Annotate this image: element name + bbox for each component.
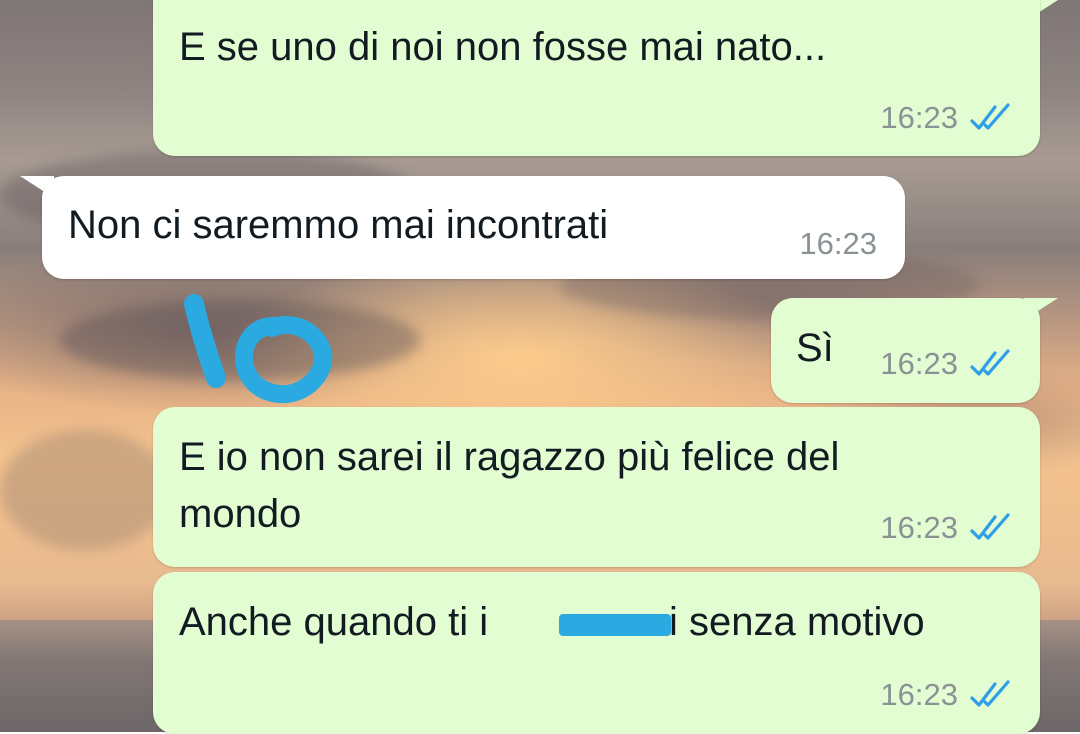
double-check-read-icon bbox=[970, 680, 1010, 707]
wallpaper-cloud bbox=[0, 430, 170, 550]
message-text: Non ci saremmo mai incontrati bbox=[68, 203, 609, 247]
double-check-read-icon bbox=[970, 349, 1010, 376]
message-meta: 16:23 bbox=[799, 226, 877, 262]
message-time: 16:23 bbox=[880, 677, 958, 712]
message-text: Sì bbox=[796, 326, 834, 370]
message-text-line2: mondo bbox=[179, 492, 302, 536]
blue-redaction-mark bbox=[559, 614, 671, 636]
message-time: 16:23 bbox=[799, 226, 877, 261]
message-meta: 16:23 bbox=[880, 677, 1016, 713]
message-meta: 16:23 bbox=[880, 510, 1016, 546]
message-bubble-outgoing[interactable]: Sì 16:23 bbox=[771, 298, 1040, 403]
message-meta: 16:23 bbox=[880, 346, 1016, 382]
double-check-read-icon bbox=[970, 103, 1010, 130]
message-time: 16:23 bbox=[880, 100, 958, 135]
message-meta: 16:23 bbox=[880, 100, 1016, 136]
handwritten-io-scribble bbox=[184, 294, 333, 404]
message-text-start: Anche quando ti i bbox=[179, 600, 489, 644]
message-text-line1: E io non sarei il ragazzo più felice del bbox=[179, 435, 840, 479]
message-text: E se uno di noi non fosse mai nato... bbox=[179, 25, 827, 69]
message-bubble-outgoing[interactable]: E io non sarei il ragazzo più felice del… bbox=[153, 407, 1040, 567]
message-bubble-incoming[interactable]: Non ci saremmo mai incontrati 16:23 bbox=[42, 176, 905, 279]
message-bubble-outgoing[interactable]: E se uno di noi non fosse mai nato... 16… bbox=[153, 0, 1040, 156]
message-time: 16:23 bbox=[880, 510, 958, 545]
message-time: 16:23 bbox=[880, 346, 958, 381]
message-text-end: i senza motivo bbox=[669, 600, 925, 644]
double-check-read-icon bbox=[970, 513, 1010, 540]
message-bubble-outgoing[interactable]: Anche quando ti i i senza motivo 16:23 bbox=[153, 572, 1040, 734]
